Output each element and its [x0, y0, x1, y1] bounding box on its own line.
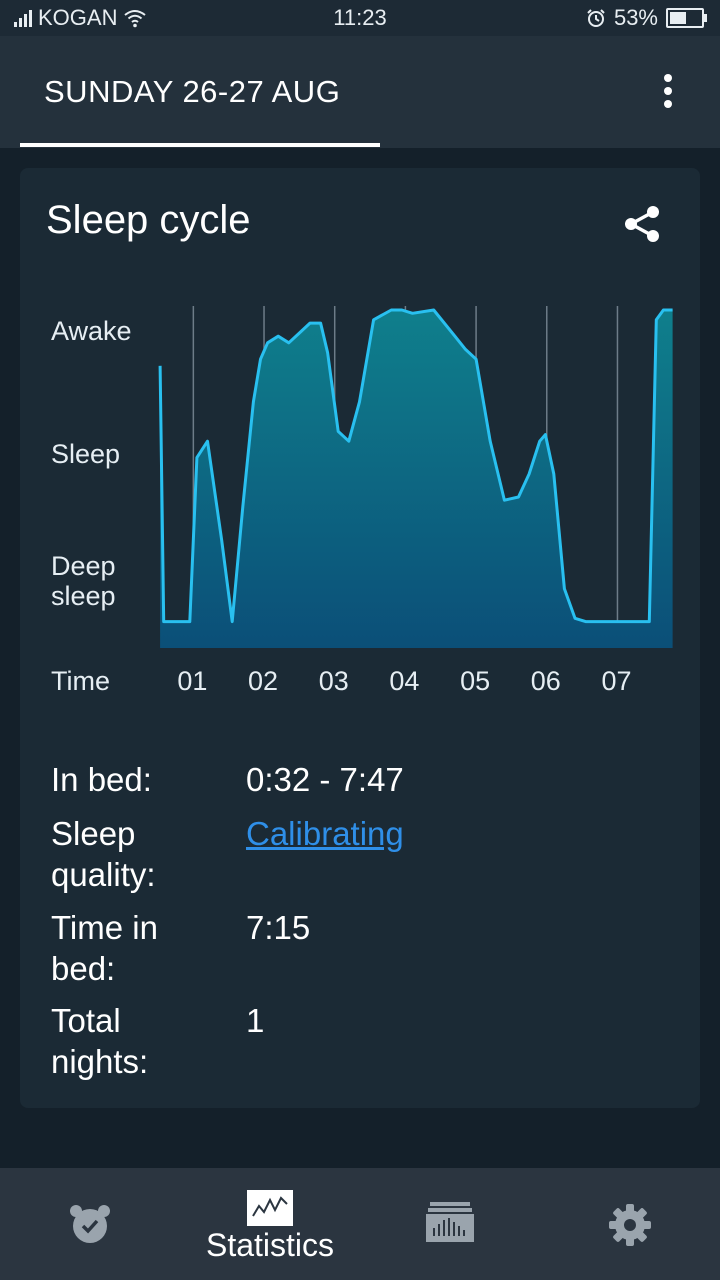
nav-statistics-label: Statistics	[205, 1227, 335, 1263]
x-tick-02: 02	[248, 666, 279, 696]
time-in-bed-value: 7:15	[246, 909, 311, 946]
alarm-clock-icon	[70, 1205, 110, 1243]
statistics-chart-icon	[247, 1190, 293, 1226]
y-label-awake: Awake	[51, 316, 132, 346]
tab-date[interactable]: SUNDAY 26-27 AUG	[44, 74, 340, 110]
total-nights-label: Total nights:	[51, 1002, 149, 1080]
time-in-bed-label: Time in bed:	[51, 909, 158, 987]
nav-statistics[interactable]: Statistics	[180, 1168, 360, 1280]
nav-history[interactable]	[360, 1168, 540, 1280]
sleep-quality-label: Sleep quality:	[51, 815, 156, 893]
x-tick-03: 03	[318, 666, 349, 696]
sleep-history-icon	[426, 1202, 474, 1242]
x-tick-07: 07	[601, 666, 632, 696]
x-tick-01: 01	[177, 666, 208, 696]
alarm-status-icon	[587, 9, 605, 27]
sleep-chart	[158, 306, 673, 648]
in-bed-label: In bed:	[51, 761, 152, 798]
battery-percent: 53%	[613, 5, 658, 30]
nav-alarm[interactable]	[0, 1168, 180, 1280]
sleep-cycle-card: Sleep cycle Awake Sleep Deep sleep Time …	[20, 168, 700, 1108]
x-tick-04: 04	[389, 666, 420, 696]
tab-indicator	[20, 143, 380, 147]
share-icon[interactable]	[620, 202, 664, 246]
card-title: Sleep cycle	[46, 198, 251, 242]
in-bed-value: 0:32 - 7:47	[246, 761, 404, 798]
settings-gear-icon	[609, 1204, 651, 1246]
status-bar: KOGAN 11:23 53%	[0, 0, 720, 36]
sleep-quality-link[interactable]: Calibrating	[246, 813, 404, 854]
x-tick-05: 05	[460, 666, 491, 696]
x-tick-06: 06	[530, 666, 561, 696]
sleep-area	[160, 310, 673, 648]
battery-icon	[666, 8, 707, 28]
x-axis-title: Time	[51, 666, 110, 696]
bottom-nav: Statistics	[0, 1168, 720, 1280]
more-vert-icon[interactable]	[656, 74, 680, 114]
nav-settings[interactable]	[540, 1168, 720, 1280]
app-bar: SUNDAY 26-27 AUG	[0, 36, 720, 148]
total-nights-value: 1	[246, 1002, 265, 1039]
y-label-sleep: Sleep	[51, 439, 121, 469]
y-label-deep-sleep: Deep sleep	[51, 551, 116, 611]
